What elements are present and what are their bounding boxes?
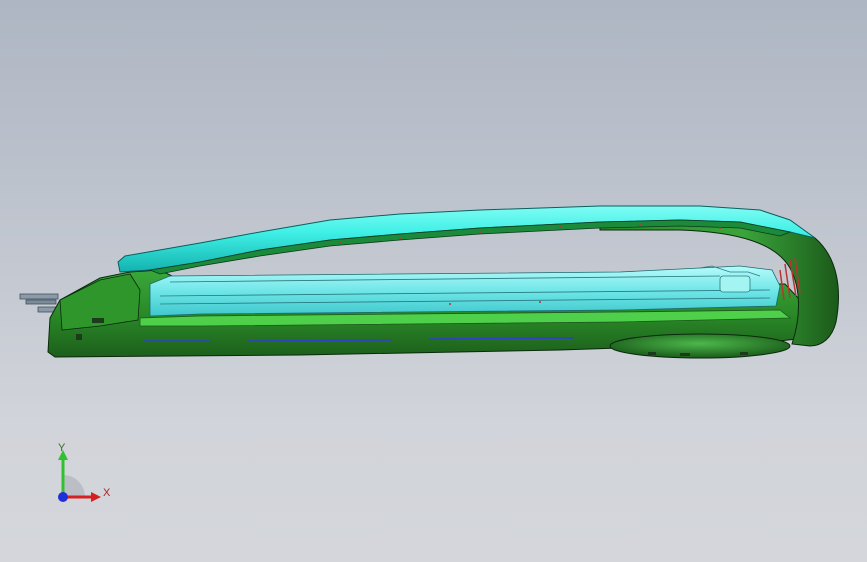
- triad-z-axis: [58, 492, 68, 502]
- coordinate-triad: Y X: [45, 440, 120, 515]
- triad-x-arrow: [91, 492, 101, 502]
- triad-graphic: [58, 450, 101, 502]
- lamp-sensor-pod: [609, 333, 791, 359]
- cad-model-street-lamp-housing[interactable]: [0, 0, 867, 562]
- mounting-bracket: [19, 293, 59, 313]
- triad-y-label: Y: [58, 442, 66, 454]
- triad-x-label: X: [103, 487, 111, 499]
- graphics-viewport[interactable]: Y X: [0, 0, 867, 562]
